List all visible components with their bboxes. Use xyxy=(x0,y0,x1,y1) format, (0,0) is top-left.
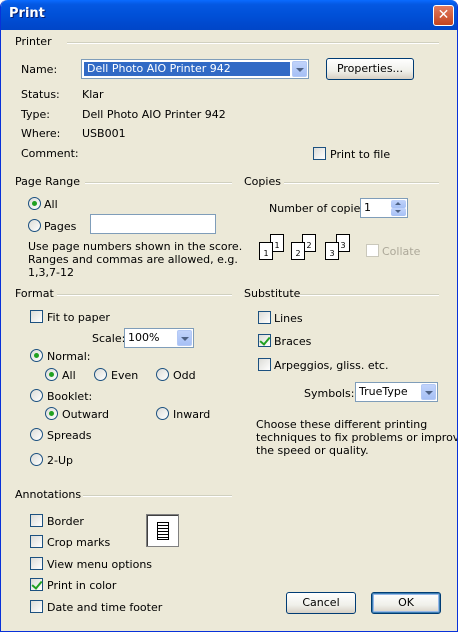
normal-all-label: All xyxy=(62,369,76,382)
scale-value: 100% xyxy=(128,331,160,344)
printer-group-divider xyxy=(67,42,439,44)
printer-name-label: Name: xyxy=(21,63,58,76)
fit-to-paper-checkbox[interactable] xyxy=(30,310,43,323)
cancel-button[interactable]: Cancel xyxy=(286,592,356,614)
two-up-radio[interactable] xyxy=(30,453,43,466)
scale-label: Scale: xyxy=(92,332,126,345)
arpeggios-label: Arpeggios, gliss. etc. xyxy=(274,359,389,372)
normal-odd-label: Odd xyxy=(173,369,196,382)
comment-label: Comment: xyxy=(21,147,79,160)
braces-checkbox[interactable] xyxy=(258,334,271,347)
collate-label: Collate xyxy=(382,245,421,258)
print-to-file-checkbox[interactable] xyxy=(313,147,326,160)
type-label: Type: xyxy=(21,108,50,121)
lines-label: Lines xyxy=(274,312,303,325)
crop-marks-label: Crop marks xyxy=(47,536,111,549)
collate-preview-icon: 1 1 2 2 3 3 xyxy=(259,234,357,266)
page-preview-icon xyxy=(146,514,179,547)
spinner-down-icon[interactable] xyxy=(391,208,406,216)
copies-divider xyxy=(284,182,439,184)
outward-label: Outward xyxy=(62,408,109,421)
close-icon[interactable]: ✕ xyxy=(433,5,454,26)
page-range-divider xyxy=(85,182,232,184)
page-range-all-radio[interactable] xyxy=(28,197,41,210)
page-range-pages-label: Pages xyxy=(44,220,77,233)
braces-label: Braces xyxy=(274,335,312,348)
spreads-label: Spreads xyxy=(47,429,92,442)
symbols-label: Symbols: xyxy=(304,387,355,400)
page-range-hint-2: Ranges and commas are allowed, e.g. xyxy=(28,253,238,266)
print-in-color-label: Print in color xyxy=(47,579,117,592)
ok-button[interactable]: OK xyxy=(371,592,441,614)
border-checkbox[interactable] xyxy=(30,514,43,527)
status-label: Status: xyxy=(21,88,60,101)
type-value: Dell Photo AIO Printer 942 xyxy=(82,108,226,121)
date-time-footer-label: Date and time footer xyxy=(47,601,163,614)
view-menu-options-label: View menu options xyxy=(47,558,153,571)
collate-checkbox[interactable] xyxy=(366,244,379,257)
format-divider xyxy=(57,294,232,296)
page-range-input[interactable] xyxy=(90,214,216,234)
normal-odd-radio[interactable] xyxy=(156,368,169,381)
substitute-hint-1: Choose these different printing xyxy=(256,418,428,431)
inward-label: Inward xyxy=(173,408,211,421)
chevron-down-icon[interactable] xyxy=(292,61,307,77)
two-up-label: 2-Up xyxy=(47,454,74,467)
printer-group-label: Printer xyxy=(15,35,52,48)
printer-name-value: Dell Photo AIO Printer 942 xyxy=(87,62,231,75)
lines-checkbox[interactable] xyxy=(258,311,271,324)
view-menu-options-checkbox[interactable] xyxy=(30,557,43,570)
chevron-down-icon[interactable] xyxy=(421,384,436,400)
symbols-dropdown[interactable]: TrueType xyxy=(355,382,438,402)
booklet-label: Booklet: xyxy=(47,390,93,403)
printer-name-dropdown[interactable]: Dell Photo AIO Printer 942 xyxy=(81,59,309,79)
page-range-pages-radio[interactable] xyxy=(28,219,41,232)
substitute-hint-3: the speed or quality. xyxy=(256,444,369,457)
substitute-hint-2: techniques to fix problems or improve xyxy=(256,431,458,444)
inward-radio[interactable] xyxy=(156,407,169,420)
fit-to-paper-label: Fit to paper xyxy=(47,311,110,324)
number-of-copies-spinner[interactable]: 1 xyxy=(360,198,408,218)
page-range-group-label: Page Range xyxy=(15,175,80,188)
normal-all-radio[interactable] xyxy=(45,368,58,381)
booklet-radio[interactable] xyxy=(30,389,43,402)
page-range-all-label: All xyxy=(44,198,58,211)
properties-button[interactable]: Properties... xyxy=(326,58,414,80)
status-value: Klar xyxy=(82,88,104,101)
number-of-copies-label: Number of copies: xyxy=(269,202,370,215)
crop-marks-checkbox[interactable] xyxy=(30,535,43,548)
annotations-divider xyxy=(83,495,232,497)
substitute-group-label: Substitute xyxy=(244,287,301,300)
arpeggios-checkbox[interactable] xyxy=(258,358,271,371)
normal-even-label: Even xyxy=(111,369,139,382)
title-bar: Print ✕ xyxy=(1,0,457,30)
page-range-hint-3: 1,3,7-12 xyxy=(28,266,74,279)
normal-radio[interactable] xyxy=(30,349,43,362)
print-dialog: Print ✕ Printer Name: Dell Photo AIO Pri… xyxy=(0,0,458,632)
annotations-group-label: Annotations xyxy=(15,488,82,501)
print-to-file-label: Print to file xyxy=(330,148,391,161)
symbols-value: TrueType xyxy=(359,385,408,398)
border-label: Border xyxy=(47,515,84,528)
normal-even-radio[interactable] xyxy=(94,368,107,381)
window-title: Print xyxy=(9,6,45,21)
date-time-footer-checkbox[interactable] xyxy=(30,600,43,613)
where-value: USB001 xyxy=(82,127,126,140)
spinner-up-icon[interactable] xyxy=(391,200,406,208)
format-group-label: Format xyxy=(15,287,54,300)
chevron-down-icon[interactable] xyxy=(177,330,192,346)
where-label: Where: xyxy=(21,127,61,140)
number-of-copies-value: 1 xyxy=(364,201,371,214)
copies-group-label: Copies xyxy=(244,175,281,188)
normal-label: Normal: xyxy=(47,350,91,363)
substitute-divider xyxy=(299,294,439,296)
print-in-color-checkbox[interactable] xyxy=(30,578,43,591)
outward-radio[interactable] xyxy=(45,407,58,420)
scale-dropdown[interactable]: 100% xyxy=(124,328,194,348)
page-range-hint-1: Use page numbers shown in the score. xyxy=(28,240,243,253)
spreads-radio[interactable] xyxy=(30,428,43,441)
